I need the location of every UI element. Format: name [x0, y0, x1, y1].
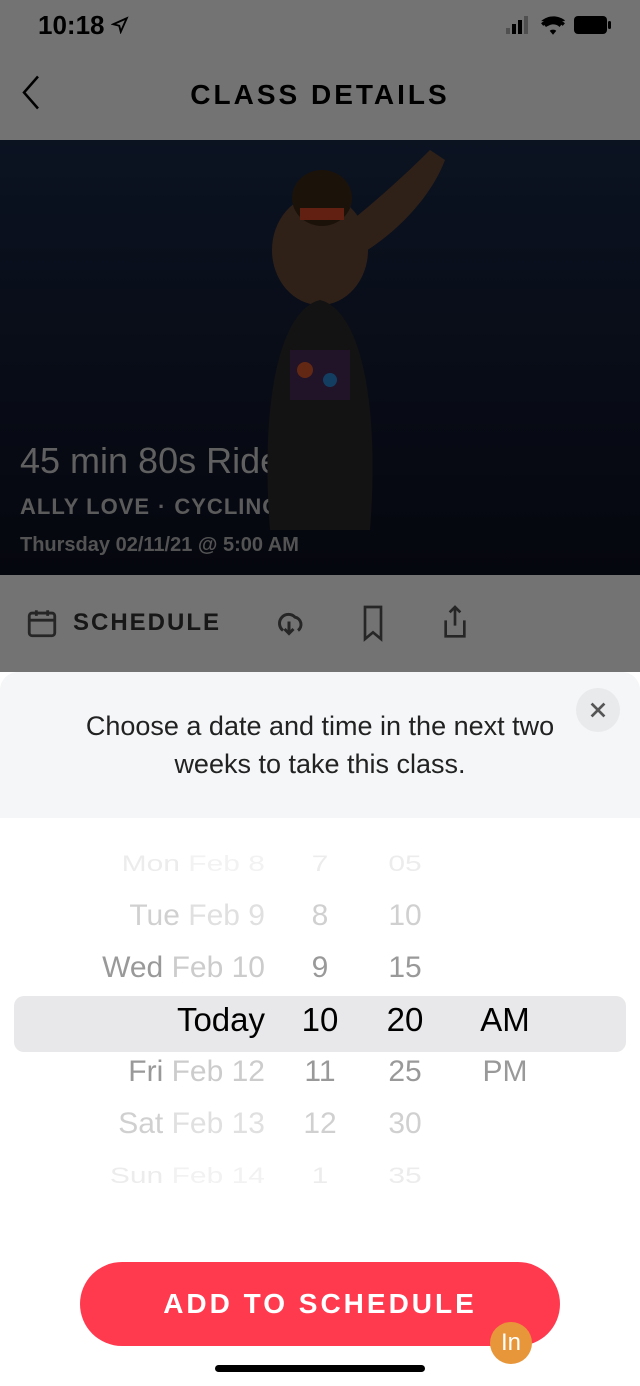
datetime-picker[interactable]: Mon Feb 8 7 05 Tue Feb 9 8 10 Wed Feb 10…	[0, 818, 640, 1262]
close-button[interactable]	[576, 688, 620, 732]
add-to-schedule-button[interactable]: ADD TO SCHEDULE	[80, 1262, 560, 1346]
picker-row[interactable]: Mon Feb 8 7 05	[0, 844, 640, 883]
picker-row[interactable]: Wed Feb 10 9 15	[0, 942, 640, 994]
picker-row-selected[interactable]: Today 10 20 AM	[0, 994, 640, 1046]
picker-row[interactable]: Sat Feb 13 12 30	[0, 1098, 640, 1150]
in-badge: In	[490, 1322, 532, 1364]
home-indicator[interactable]	[215, 1365, 425, 1372]
schedule-sheet: Choose a date and time in the next two w…	[0, 672, 640, 1386]
picker-row[interactable]: Fri Feb 12 11 25 PM	[0, 1046, 640, 1098]
picker-row[interactable]: Sun Feb 14 1 35	[0, 1156, 640, 1195]
close-icon	[587, 699, 609, 721]
picker-row[interactable]: Tue Feb 9 8 10	[0, 890, 640, 942]
sheet-prompt: Choose a date and time in the next two w…	[60, 708, 580, 784]
sheet-header: Choose a date and time in the next two w…	[0, 672, 640, 818]
modal-overlay[interactable]	[0, 0, 640, 672]
